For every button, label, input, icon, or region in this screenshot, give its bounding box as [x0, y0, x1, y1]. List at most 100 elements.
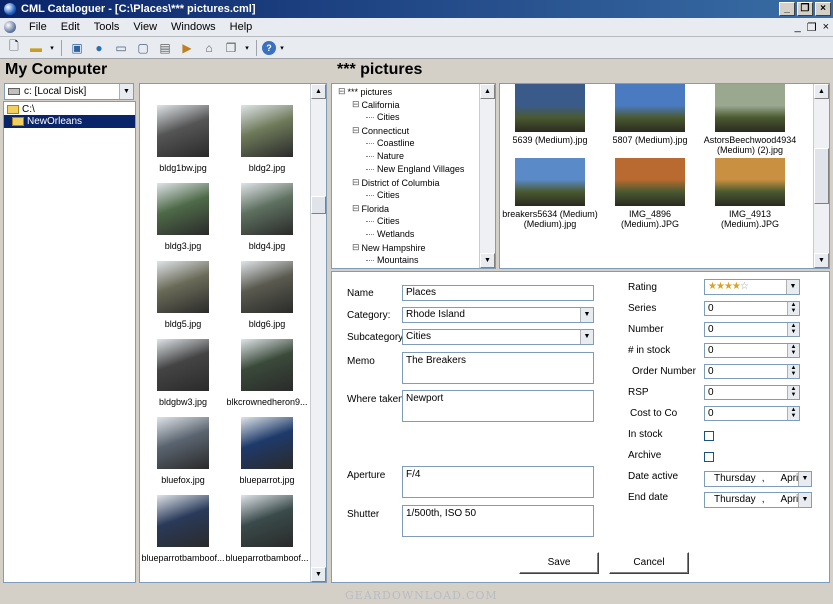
chevron-down-icon[interactable]: ▼: [580, 330, 593, 344]
thumbnail-scrollbar[interactable]: ▲ ▼: [310, 84, 326, 582]
thumbnail-item[interactable]: bluefox.jpg: [141, 417, 225, 485]
menu-tools[interactable]: Tools: [87, 21, 127, 33]
scroll-up-arrow[interactable]: ▲: [480, 84, 495, 99]
number-stepper[interactable]: 0 ▲ ▼: [704, 322, 800, 337]
thumbnail-item[interactable]: blkcrownedheron9...: [225, 339, 309, 407]
scroll-thumb[interactable]: [311, 196, 326, 214]
thumbnail-item[interactable]: bldg5.jpg: [141, 261, 225, 329]
open-icon[interactable]: ▬: [26, 39, 46, 57]
tree-node[interactable]: ⊟ New Hampshire: [352, 242, 426, 253]
menu-edit[interactable]: Edit: [54, 21, 87, 33]
aperture-field[interactable]: F/4: [402, 466, 594, 498]
star-icon[interactable]: ★: [708, 281, 717, 292]
spin-arrows-icon[interactable]: ▲ ▼: [787, 323, 799, 336]
expand-toggle-icon[interactable]: ⊟: [352, 99, 360, 110]
end-date-picker[interactable]: Thursday, April ▼: [704, 492, 812, 508]
drive-select[interactable]: c: [Local Disk] ▼: [4, 83, 134, 100]
mdi-close-button[interactable]: ×: [823, 21, 829, 34]
cost-stepper[interactable]: 0 ▲ ▼: [704, 406, 800, 421]
order-number-stepper[interactable]: 0 ▲ ▼: [704, 364, 800, 379]
tree-node[interactable]: ⊟ Florida: [352, 203, 389, 214]
menu-help[interactable]: Help: [223, 21, 260, 33]
mdi-restore-button[interactable]: ❐: [807, 21, 817, 34]
thumbnail-item[interactable]: bldg1bw.jpg: [141, 105, 225, 173]
date-active-picker[interactable]: Thursday, April ▼: [704, 471, 812, 487]
shutter-field[interactable]: 1/500th, ISO 50: [402, 505, 594, 537]
spin-arrows-icon[interactable]: ▲ ▼: [787, 407, 799, 420]
dropdown-icon[interactable]: ▾: [278, 39, 286, 57]
restore-button[interactable]: ❐: [797, 2, 813, 16]
photo-panel[interactable]: 5639 (Medium).jpg 5807 (Medium).jpg Astors…: [499, 83, 830, 269]
tree-node[interactable]: Mountains: [366, 255, 419, 265]
dropdown-icon[interactable]: ▾: [243, 39, 251, 57]
thumbnail-item[interactable]: blueparrot.jpg: [225, 417, 309, 485]
print-icon[interactable]: ▤: [155, 39, 175, 57]
category-select[interactable]: Rhode Island ▼: [402, 307, 594, 323]
scroll-up-arrow[interactable]: ▲: [814, 84, 829, 99]
expand-toggle-icon[interactable]: ⊟: [352, 242, 360, 253]
thumbnail-item[interactable]: bldg2.jpg: [225, 105, 309, 173]
tree-node[interactable]: Cities: [366, 216, 400, 226]
folder-root[interactable]: C:\: [7, 103, 35, 115]
photo-item[interactable]: 5639 (Medium).jpg: [500, 84, 600, 145]
folder-neworleans[interactable]: NewOrleans: [4, 115, 135, 128]
dropdown-icon[interactable]: ▾: [48, 39, 56, 57]
tree-node[interactable]: ⊟ *** pictures: [338, 86, 392, 97]
name-field[interactable]: Places: [402, 285, 594, 301]
monitor-icon[interactable]: ▢: [133, 39, 153, 57]
star-icon[interactable]: ☆: [740, 281, 749, 292]
star-icon[interactable]: ★: [732, 281, 741, 292]
scroll-up-arrow[interactable]: ▲: [311, 84, 326, 99]
chevron-down-icon[interactable]: ▼: [798, 493, 811, 507]
help-icon[interactable]: ?: [262, 40, 276, 55]
tree-node[interactable]: Cities: [366, 190, 400, 200]
photo-item[interactable]: 5807 (Medium).jpg: [600, 84, 700, 145]
copy-icon[interactable]: ❐: [221, 39, 241, 57]
pictures-icon[interactable]: ▣: [67, 39, 87, 57]
tree-node[interactable]: Nature: [366, 151, 404, 161]
photo-item[interactable]: AstorsBeechwood4934 (Medium) (2).jpg: [700, 84, 800, 155]
menu-file[interactable]: File: [22, 21, 54, 33]
chevron-down-icon[interactable]: ▼: [119, 84, 133, 99]
scroll-thumb[interactable]: [814, 148, 829, 204]
category-tree[interactable]: ⊟ *** pictures ⊟ California Cities ⊟ Connectic…: [331, 83, 496, 269]
tree-node[interactable]: ⊟ District of Columbia: [352, 177, 440, 188]
tree-node[interactable]: Wetlands: [366, 229, 414, 239]
tree-scrollbar[interactable]: ▲ ▼: [479, 84, 495, 268]
minimize-button[interactable]: _: [779, 2, 795, 16]
photo-item[interactable]: IMG_4913 (Medium).JPG: [700, 158, 800, 229]
chevron-down-icon[interactable]: ▼: [786, 280, 799, 294]
spin-arrows-icon[interactable]: ▲ ▼: [787, 365, 799, 378]
instock-checkbox[interactable]: [704, 431, 714, 441]
star-icon[interactable]: ★: [724, 281, 733, 292]
cancel-button[interactable]: Cancel: [609, 552, 689, 574]
where-taken-field[interactable]: Newport: [402, 390, 594, 422]
menu-windows[interactable]: Windows: [164, 21, 223, 33]
rsp-stepper[interactable]: 0 ▲ ▼: [704, 385, 800, 400]
home-icon[interactable]: ⌂: [199, 39, 219, 57]
document-icon[interactable]: [4, 21, 16, 33]
tree-node[interactable]: ⊟ Connecticut: [352, 125, 409, 136]
instock-count-stepper[interactable]: 0 ▲ ▼: [704, 343, 800, 358]
thumbnail-item[interactable]: blueparrotbamboof...: [225, 495, 309, 563]
tree-node[interactable]: New England Villages: [366, 164, 464, 174]
photo-item[interactable]: breakers5634 (Medium) (Medium).jpg: [500, 158, 600, 229]
photo-scrollbar[interactable]: ▲ ▼: [813, 84, 829, 268]
scroll-down-arrow[interactable]: ▼: [311, 567, 326, 582]
expand-toggle-icon[interactable]: ⊟: [352, 203, 360, 214]
series-stepper[interactable]: 0 ▲ ▼: [704, 301, 800, 316]
expand-toggle-icon[interactable]: ⊟: [338, 86, 346, 97]
memo-field[interactable]: The Breakers: [402, 352, 594, 384]
chevron-down-icon[interactable]: ▼: [580, 308, 593, 322]
expand-toggle-icon[interactable]: ⊟: [352, 177, 360, 188]
menu-view[interactable]: View: [126, 21, 164, 33]
subcategory-select[interactable]: Cities ▼: [402, 329, 594, 345]
thumbnail-item[interactable]: bldg6.jpg: [225, 261, 309, 329]
expand-toggle-icon[interactable]: ⊟: [352, 125, 360, 136]
archive-checkbox[interactable]: [704, 452, 714, 462]
import-icon[interactable]: ▶: [177, 39, 197, 57]
folder-tree[interactable]: C:\ NewOrleans: [3, 101, 136, 583]
star-icon[interactable]: ★: [716, 281, 725, 292]
tree-node[interactable]: Coastline: [366, 138, 415, 148]
scroll-down-arrow[interactable]: ▼: [814, 253, 829, 268]
